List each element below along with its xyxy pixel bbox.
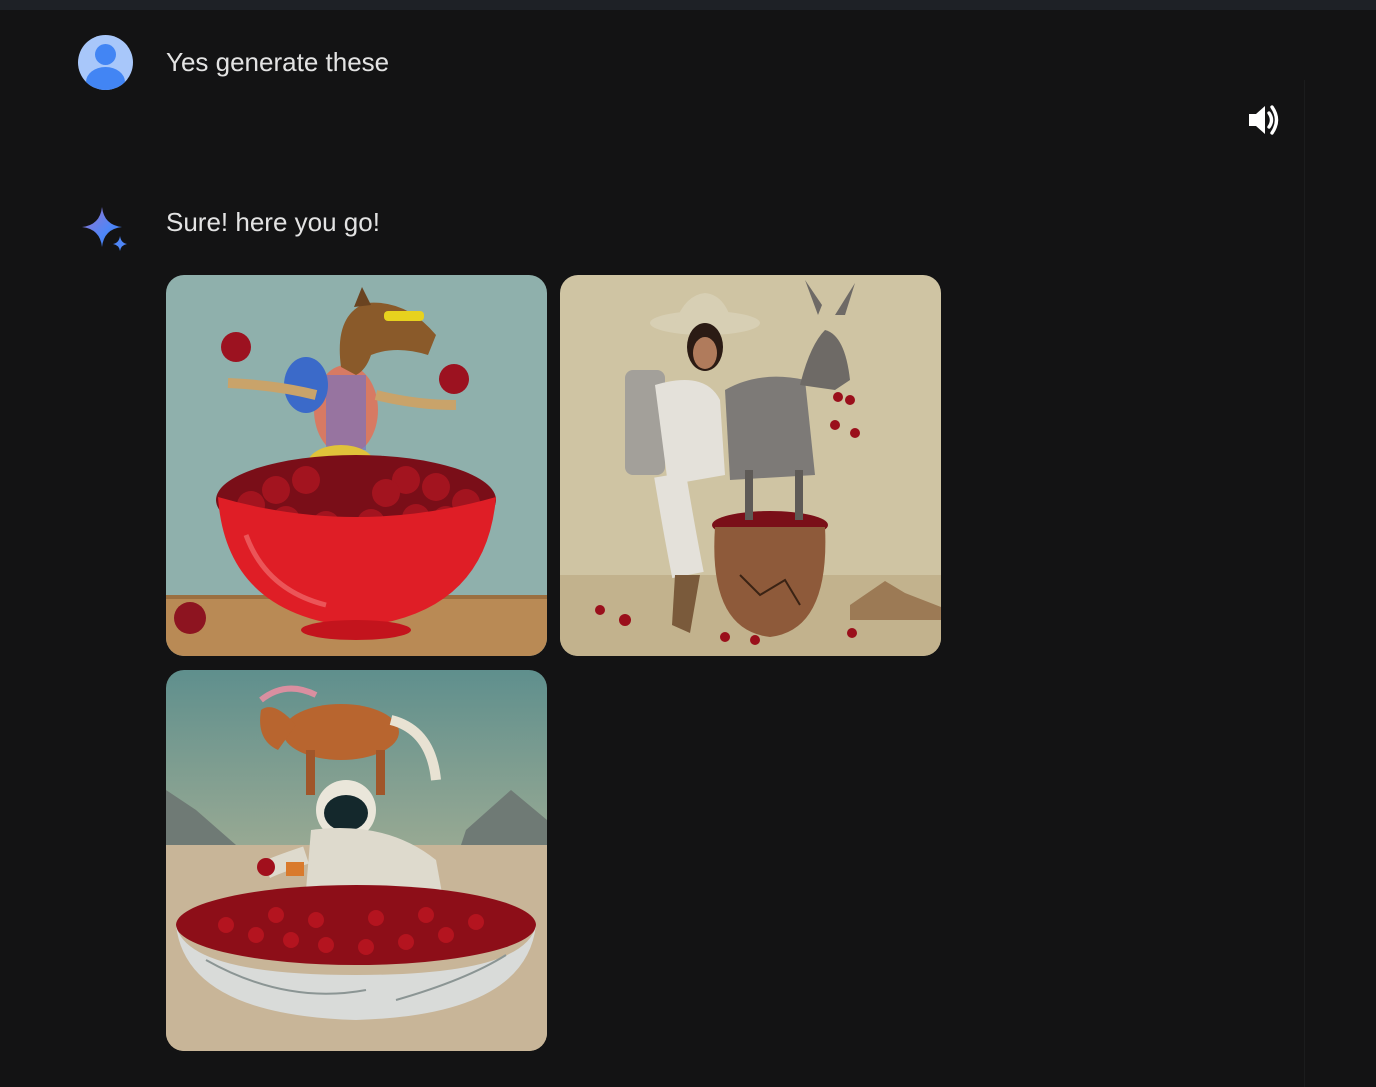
assistant-message: Sure! here you go!	[166, 207, 380, 237]
avatar-head	[95, 44, 116, 65]
gemini-sparkle-icon	[80, 203, 130, 253]
user-message: Yes generate these	[166, 47, 390, 77]
generated-image-2[interactable]	[560, 275, 941, 656]
top-bar	[0, 0, 1376, 10]
user-avatar-icon[interactable]	[78, 35, 133, 90]
generated-image-1[interactable]	[166, 275, 547, 656]
speaker-icon[interactable]	[1244, 101, 1282, 139]
scroll-divider	[1304, 80, 1305, 1087]
generated-image-3[interactable]	[166, 670, 547, 1051]
avatar-body	[86, 67, 125, 90]
